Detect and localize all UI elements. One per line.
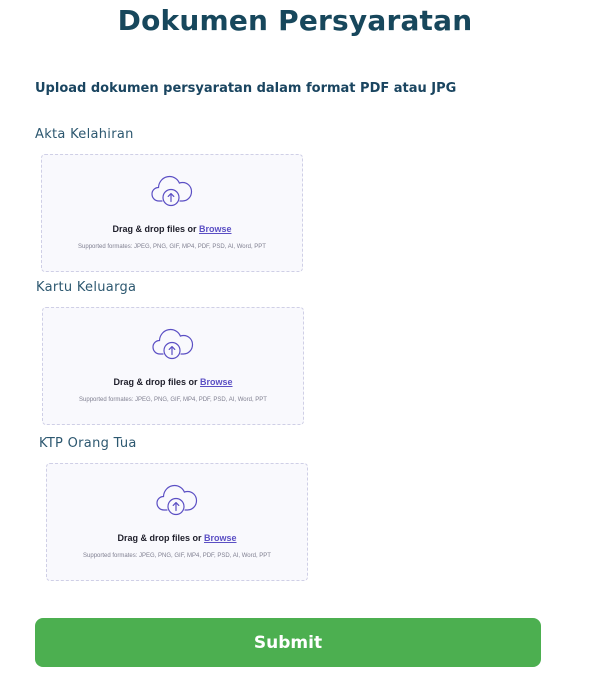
ktp-orang-tua-dropzone[interactable]: Drag & drop files or Browse Supported fo… <box>46 463 308 581</box>
page-title: Dokumen Persyaratan <box>117 4 473 37</box>
drop-instruction: Drag & drop files or Browse <box>42 224 302 234</box>
upload-instruction: Upload dokumen persyaratan dalam format … <box>35 81 457 96</box>
submit-button[interactable]: Submit <box>35 618 541 667</box>
cloud-upload-icon <box>151 326 195 362</box>
browse-link[interactable]: Browse <box>199 224 232 234</box>
drop-instruction: Drag & drop files or Browse <box>43 377 303 387</box>
browse-link[interactable]: Browse <box>200 377 233 387</box>
akta-kelahiran-label: Akta Kelahiran <box>35 127 134 142</box>
akta-kelahiran-dropzone[interactable]: Drag & drop files or Browse Supported fo… <box>41 154 303 272</box>
ktp-orang-tua-label: KTP Orang Tua <box>39 436 137 451</box>
kartu-keluarga-label: Kartu Keluarga <box>36 280 137 295</box>
supported-formats-text: Supported formates: JPEG, PNG, GIF, MP4,… <box>79 397 267 403</box>
kartu-keluarga-dropzone[interactable]: Drag & drop files or Browse Supported fo… <box>42 307 304 425</box>
supported-formats-text: Supported formates: JPEG, PNG, GIF, MP4,… <box>78 244 266 250</box>
drop-instruction: Drag & drop files or Browse <box>47 533 307 543</box>
cloud-upload-icon <box>150 173 194 209</box>
supported-formats-text: Supported formates: JPEG, PNG, GIF, MP4,… <box>83 553 271 559</box>
drop-text: Drag & drop files or <box>112 224 199 234</box>
cloud-upload-icon <box>155 482 199 518</box>
browse-link[interactable]: Browse <box>204 533 237 543</box>
drop-text: Drag & drop files or <box>113 377 200 387</box>
drop-text: Drag & drop files or <box>117 533 204 543</box>
